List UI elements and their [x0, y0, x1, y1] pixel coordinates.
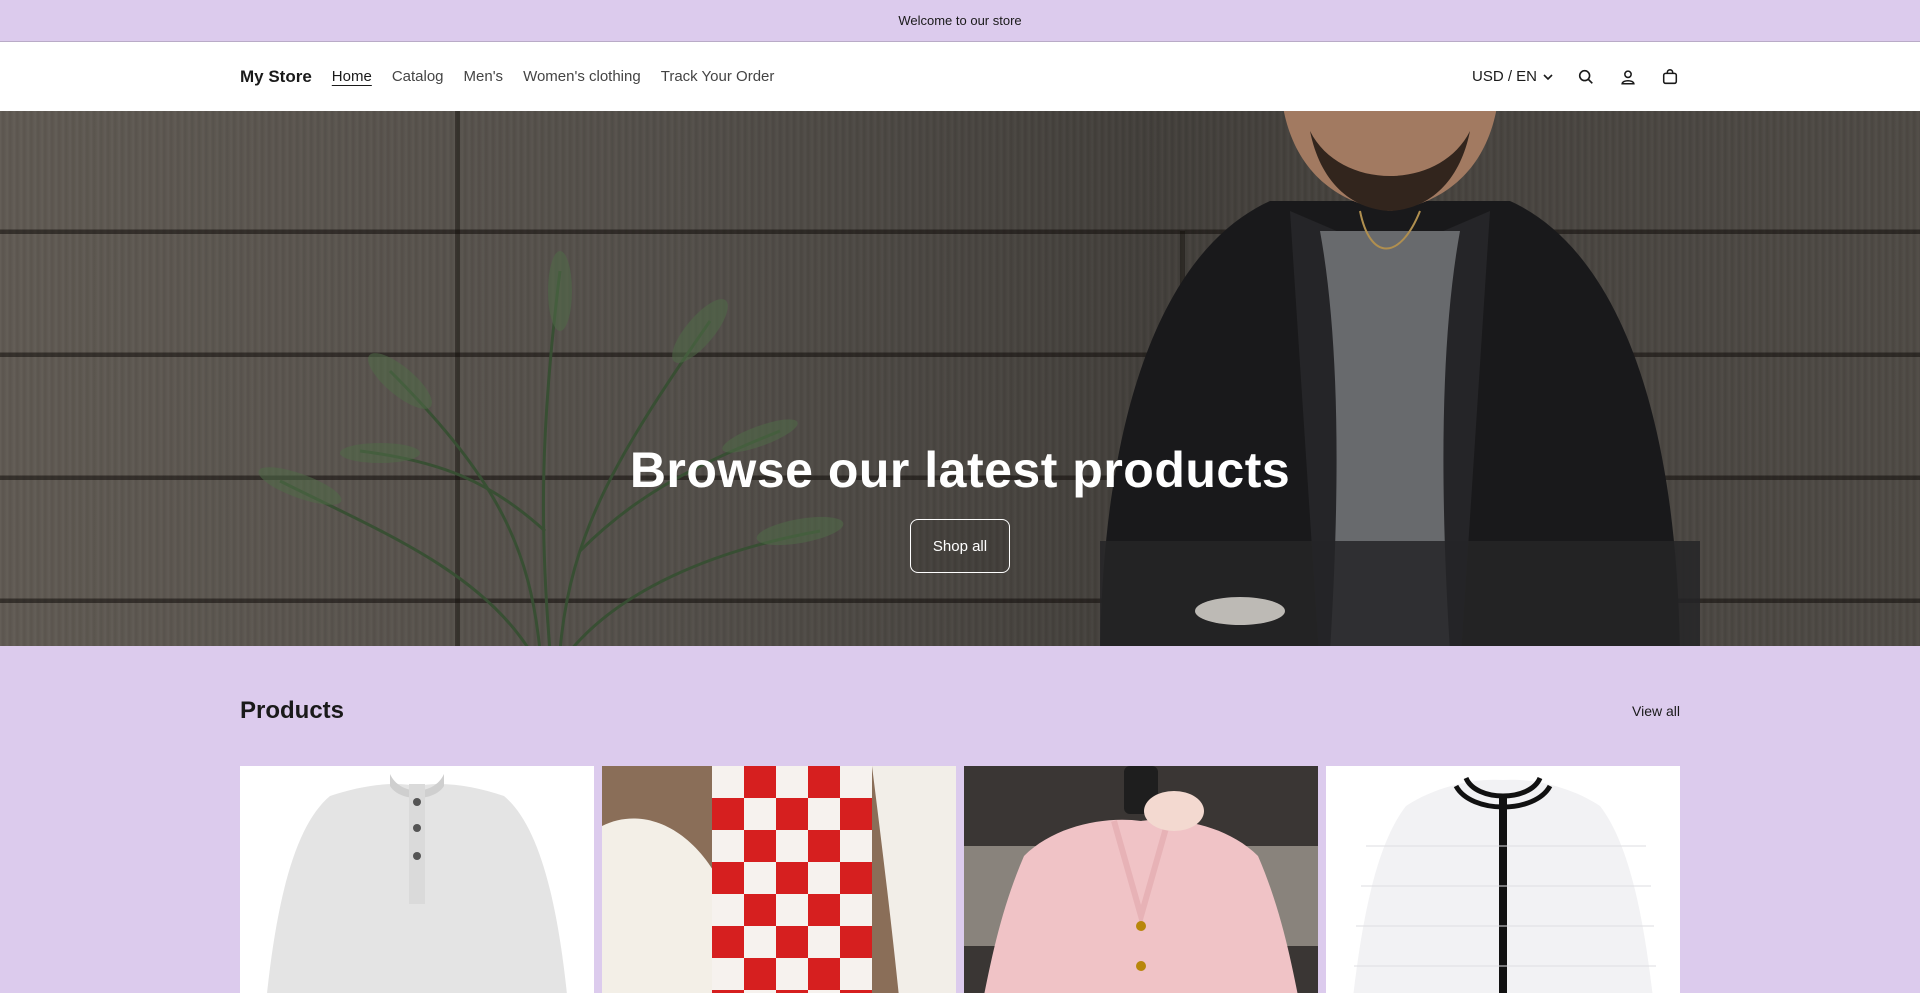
- nav-track-order[interactable]: Track Your Order: [661, 68, 775, 85]
- products-section: Products View all: [0, 646, 1920, 993]
- announcement-bar: Welcome to our store: [0, 0, 1920, 42]
- nav-mens[interactable]: Men's: [464, 68, 504, 85]
- currency-selector[interactable]: USD / EN: [1472, 68, 1554, 85]
- header-actions: USD / EN: [1472, 67, 1680, 87]
- red-checkered-vest-image: [602, 766, 956, 993]
- pink-cardigan-image: [964, 766, 1318, 993]
- white-zip-jacket-image: [1326, 766, 1680, 993]
- chevron-down-icon: [1543, 73, 1553, 80]
- site-header: My Store Home Catalog Men's Women's clot…: [0, 42, 1920, 111]
- search-icon[interactable]: [1576, 67, 1596, 87]
- currency-label: USD / EN: [1471, 68, 1537, 85]
- account-icon[interactable]: [1618, 67, 1638, 87]
- announcement-text: Welcome to our store: [898, 13, 1022, 28]
- white-henley-shirt-image: [240, 766, 594, 993]
- product-grid: [240, 766, 1680, 993]
- store-logo[interactable]: My Store: [240, 67, 312, 87]
- product-card[interactable]: [1326, 766, 1680, 993]
- view-all-link[interactable]: View all: [1632, 703, 1680, 719]
- nav-catalog[interactable]: Catalog: [392, 68, 444, 85]
- products-header: Products View all: [240, 646, 1680, 766]
- hero-title: Browse our latest products: [629, 442, 1291, 498]
- cart-icon[interactable]: [1660, 67, 1680, 87]
- nav-home[interactable]: Home: [332, 68, 372, 85]
- nav-womens-clothing[interactable]: Women's clothing: [523, 68, 641, 85]
- shop-all-button[interactable]: Shop all: [910, 519, 1010, 573]
- main-nav: Home Catalog Men's Women's clothing Trac…: [332, 68, 775, 85]
- product-card[interactable]: [964, 766, 1318, 993]
- product-card[interactable]: [240, 766, 594, 993]
- products-title: Products: [240, 697, 345, 724]
- product-card[interactable]: [602, 766, 956, 993]
- hero-banner: Browse our latest products Shop all: [0, 111, 1920, 646]
